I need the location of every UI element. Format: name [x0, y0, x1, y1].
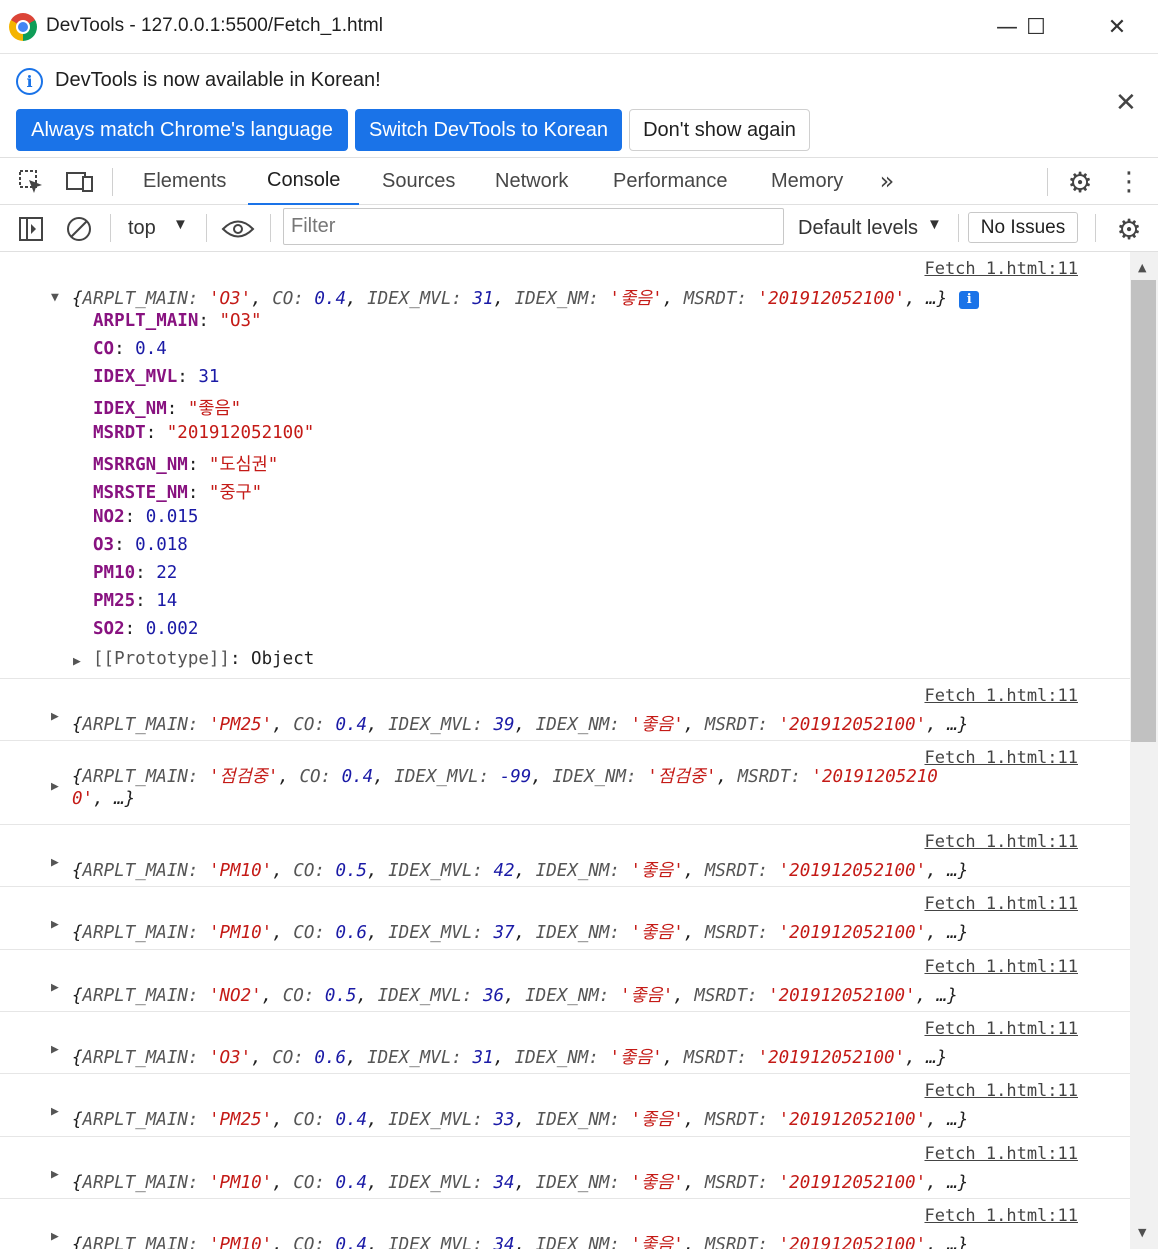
scrollbar-thumb[interactable] [1131, 280, 1156, 742]
console-message: Fetch 1.html:11 ▶ {ARPLT_MAIN: 'O3', CO: 0… [0, 1011, 1130, 1073]
maximize-button[interactable]: ☐ [1008, 8, 1064, 46]
infobar-close-icon[interactable]: ✕ [1115, 88, 1137, 118]
object-property: IDEX_NM: "좋음" [93, 399, 242, 419]
clear-console-icon[interactable] [65, 215, 93, 243]
console-message: Fetch 1.html:11 ▶ {ARPLT_MAIN: 'PM10', CO:… [0, 1198, 1130, 1249]
collapse-arrow-icon[interactable]: ▼ [51, 290, 59, 305]
info-badge-icon[interactable]: i [959, 291, 980, 309]
object-summary[interactable]: {ARPLT_MAIN: 'O3', CO: 0.4, IDEX_MVL: 31… [72, 285, 980, 310]
expand-arrow-icon[interactable]: ▶ [51, 1104, 59, 1119]
expand-arrow-icon[interactable]: ▶ [51, 855, 59, 870]
object-property: SO2: 0.002 [93, 619, 199, 639]
maximize-icon: ☐ [1026, 14, 1046, 40]
source-link[interactable]: Fetch 1.html:11 [924, 1081, 1078, 1101]
scroll-up-arrow-icon[interactable]: ▲ [1138, 261, 1146, 274]
sidebar-toggle-icon[interactable] [17, 215, 45, 243]
console-message: Fetch 1.html:11 ▶ {ARPLT_MAIN: 'PM10', CO:… [0, 1136, 1130, 1198]
expand-arrow-icon[interactable]: ▶ [51, 980, 59, 995]
console-settings-gear-icon[interactable]: ⚙ [1113, 213, 1145, 246]
object-summary[interactable]: {ARPLT_MAIN: 'PM10', CO: 0.4, IDEX_MVL: … [72, 1231, 968, 1249]
source-link[interactable]: Fetch 1.html:11 [924, 1144, 1078, 1164]
dont-show-again-button[interactable]: Don't show again [629, 109, 810, 151]
console-toolbar: top ▼ Filter Default levels ▼ No Issues … [0, 205, 1158, 252]
console-message: Fetch 1.html:11 ▶ {ARPLT_MAIN: 'PM10', CO:… [0, 886, 1130, 949]
filter-input[interactable]: Filter [283, 208, 784, 245]
more-options-icon[interactable]: ⋮ [1115, 166, 1143, 198]
tab-network[interactable]: Network [495, 158, 568, 205]
devtools-tabbar: Elements Console Sources Network Perform… [0, 157, 1158, 205]
more-tabs-icon[interactable]: » [873, 166, 901, 196]
expand-arrow-icon[interactable]: ▶ [51, 779, 59, 794]
object-property: PM25: 14 [93, 591, 178, 611]
device-toolbar-icon[interactable] [63, 168, 97, 196]
close-window-button[interactable]: ✕ [1089, 8, 1145, 46]
source-link[interactable]: Fetch 1.html:11 [924, 748, 1078, 768]
window-titlebar: DevTools - 127.0.0.1:5500/Fetch_1.html —… [0, 0, 1158, 54]
object-property: MSRDT: "201912052100" [93, 423, 315, 443]
console-message-expanded: Fetch 1.html:11 ▼ {ARPLT_MAIN: 'O3', CO:… [0, 252, 1130, 677]
expand-arrow-icon[interactable]: ▶ [51, 1229, 59, 1244]
object-summary-wrap: 0', …} [72, 789, 136, 809]
console-message: Fetch 1.html:11 ▶ {ARPLT_MAIN: '점검중', CO: … [0, 740, 1130, 824]
infobar-message: DevTools is now available in Korean! [55, 69, 381, 91]
prototype-expand-arrow-icon[interactable]: ▶ [73, 654, 81, 669]
close-icon: ✕ [1107, 14, 1127, 40]
console-message: Fetch 1.html:11 ▶ {ARPLT_MAIN: 'PM25', CO:… [0, 1073, 1130, 1136]
chrome-logo-icon [9, 13, 37, 41]
object-property: PM10: 22 [93, 563, 178, 583]
source-link[interactable]: Fetch 1.html:11 [924, 1206, 1078, 1226]
source-link[interactable]: Fetch 1.html:11 [924, 686, 1078, 706]
inspect-element-icon[interactable] [15, 168, 47, 196]
expand-arrow-icon[interactable]: ▶ [51, 917, 59, 932]
context-selector[interactable]: top [128, 217, 156, 240]
tab-elements[interactable]: Elements [143, 158, 226, 205]
object-summary[interactable]: {ARPLT_MAIN: 'PM10', CO: 0.6, IDEX_MVL: … [72, 919, 968, 944]
object-property: O3: 0.018 [93, 535, 188, 555]
source-link[interactable]: Fetch 1.html:11 [924, 259, 1078, 279]
prototype-line[interactable]: [[Prototype]]: Object [93, 649, 314, 669]
object-summary[interactable]: {ARPLT_MAIN: 'PM10', CO: 0.5, IDEX_MVL: … [72, 857, 968, 882]
object-summary[interactable]: {ARPLT_MAIN: 'PM25', CO: 0.4, IDEX_MVL: … [72, 1106, 968, 1131]
object-property: MSRSTE_NM: "중구" [93, 483, 263, 503]
tab-sources[interactable]: Sources [382, 158, 455, 205]
scroll-down-arrow-icon[interactable]: ▼ [1138, 1226, 1146, 1239]
object-summary[interactable]: {ARPLT_MAIN: 'NO2', CO: 0.5, IDEX_MVL: 3… [72, 982, 958, 1007]
live-expression-eye-icon[interactable] [221, 215, 255, 243]
object-property: MSRRGN_NM: "도심권" [93, 455, 279, 475]
tab-memory[interactable]: Memory [771, 158, 843, 205]
console-output: Fetch 1.html:11 ▼ {ARPLT_MAIN: 'O3', CO:… [0, 252, 1130, 1249]
expand-arrow-icon[interactable]: ▶ [51, 1167, 59, 1182]
expand-arrow-icon[interactable]: ▶ [51, 709, 59, 724]
object-property: NO2: 0.015 [93, 507, 199, 527]
object-property: CO: 0.4 [93, 339, 167, 359]
window-title: DevTools - 127.0.0.1:5500/Fetch_1.html [46, 15, 383, 36]
console-message: Fetch 1.html:11 ▶ {ARPLT_MAIN: 'NO2', CO: … [0, 949, 1130, 1011]
source-link[interactable]: Fetch 1.html:11 [924, 894, 1078, 914]
info-icon: i [16, 68, 43, 95]
settings-gear-icon[interactable]: ⚙ [1064, 166, 1096, 199]
object-summary[interactable]: {ARPLT_MAIN: '점검중', CO: 0.4, IDEX_MVL: -… [72, 763, 938, 788]
tab-console[interactable]: Console [248, 158, 360, 205]
object-summary[interactable]: {ARPLT_MAIN: 'PM25', CO: 0.4, IDEX_MVL: … [72, 711, 968, 736]
console-message: Fetch 1.html:11 ▶ {ARPLT_MAIN: 'PM25', CO:… [0, 678, 1130, 740]
console-scrollbar[interactable]: ▲ ▼ [1130, 252, 1158, 1249]
console-message: Fetch 1.html:11 ▶ {ARPLT_MAIN: 'PM10', CO:… [0, 824, 1130, 886]
expand-arrow-icon[interactable]: ▶ [51, 1042, 59, 1057]
object-summary[interactable]: {ARPLT_MAIN: 'PM10', CO: 0.4, IDEX_MVL: … [72, 1169, 968, 1194]
source-link[interactable]: Fetch 1.html:11 [924, 1019, 1078, 1039]
object-property: IDEX_MVL: 31 [93, 367, 220, 387]
tab-performance[interactable]: Performance [613, 158, 728, 205]
source-link[interactable]: Fetch 1.html:11 [924, 957, 1078, 977]
issues-button[interactable]: No Issues [968, 212, 1078, 243]
always-match-language-button[interactable]: Always match Chrome's language [16, 109, 348, 151]
context-dropdown-icon[interactable]: ▼ [173, 216, 188, 233]
source-link[interactable]: Fetch 1.html:11 [924, 832, 1078, 852]
default-levels-dropdown[interactable]: Default levels [798, 217, 918, 240]
object-summary[interactable]: {ARPLT_MAIN: 'O3', CO: 0.6, IDEX_MVL: 31… [72, 1044, 947, 1069]
levels-dropdown-icon[interactable]: ▼ [927, 216, 942, 233]
switch-to-korean-button[interactable]: Switch DevTools to Korean [355, 109, 622, 151]
object-property: ARPLT_MAIN: "O3" [93, 311, 262, 331]
